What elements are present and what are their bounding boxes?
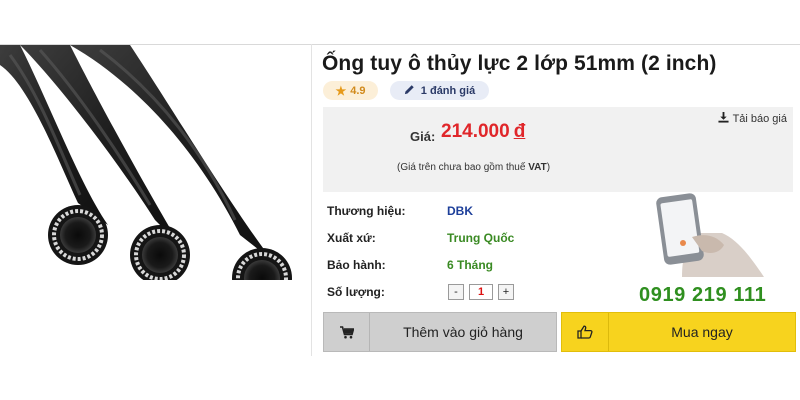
rating-value: 4.9 bbox=[350, 84, 366, 97]
hand-phone-image bbox=[652, 193, 764, 277]
star-icon: ★ bbox=[335, 83, 347, 98]
review-count: 1 đánh giá bbox=[420, 84, 476, 97]
cart-icon bbox=[324, 313, 370, 351]
price-note-text: (Giá trên chưa bao gồm thuế bbox=[397, 162, 529, 173]
price-label: Giá: bbox=[410, 129, 436, 144]
product-image bbox=[0, 45, 311, 280]
price-note-close: ) bbox=[546, 162, 551, 173]
spec-value-brand[interactable]: DBK bbox=[447, 204, 473, 218]
download-quote-label: Tải báo giá bbox=[732, 113, 787, 125]
download-quote-link[interactable]: Tải báo giá bbox=[718, 112, 787, 126]
spec-label-origin: Xuất xứ: bbox=[327, 231, 376, 245]
product-title: Ống tuy ô thủy lực 2 lớp 51mm (2 inch) bbox=[322, 52, 717, 75]
spec-label-warranty: Bảo hành: bbox=[327, 258, 386, 272]
download-icon bbox=[718, 112, 729, 126]
review-count-badge[interactable]: 1 đánh giá bbox=[390, 81, 489, 100]
buy-now-button[interactable]: Mua ngay bbox=[561, 312, 796, 352]
quantity-stepper: - 1 + bbox=[448, 284, 514, 300]
product-page: Ống tuy ô thủy lực 2 lớp 51mm (2 inch) ★… bbox=[0, 0, 800, 400]
price-tax-note: (Giá trên chưa bao gồm thuế VAT) bbox=[397, 162, 550, 173]
add-to-cart-button[interactable]: Thêm vào giỏ hàng bbox=[323, 312, 557, 352]
spec-value-origin: Trung Quốc bbox=[447, 231, 515, 245]
price-amount: 214.000 bbox=[441, 121, 510, 142]
quantity-increase-button[interactable]: + bbox=[498, 284, 514, 300]
price-currency: đ bbox=[513, 121, 526, 142]
add-to-cart-label: Thêm vào giỏ hàng bbox=[403, 324, 523, 340]
thumbs-up-icon bbox=[562, 313, 609, 351]
spec-label-quantity: Số lượng: bbox=[327, 285, 385, 299]
quantity-input[interactable]: 1 bbox=[469, 284, 493, 300]
column-divider bbox=[311, 44, 312, 356]
quantity-decrease-button[interactable]: - bbox=[448, 284, 464, 300]
price-box: Tải báo giá Giá: 214.000 đ (Giá trên chưa… bbox=[323, 107, 793, 192]
buy-now-label: Mua ngay bbox=[671, 324, 733, 340]
spec-value-warranty: 6 Tháng bbox=[447, 258, 494, 272]
rating-badge[interactable]: ★ 4.9 bbox=[323, 81, 378, 100]
hotline-number[interactable]: 0919 219 111 bbox=[639, 284, 766, 307]
spec-label-brand: Thương hiệu: bbox=[327, 204, 406, 218]
price-note-vat: VAT bbox=[528, 162, 547, 173]
price-value: 214.000 đ bbox=[441, 121, 525, 143]
pencil-icon bbox=[404, 84, 415, 98]
